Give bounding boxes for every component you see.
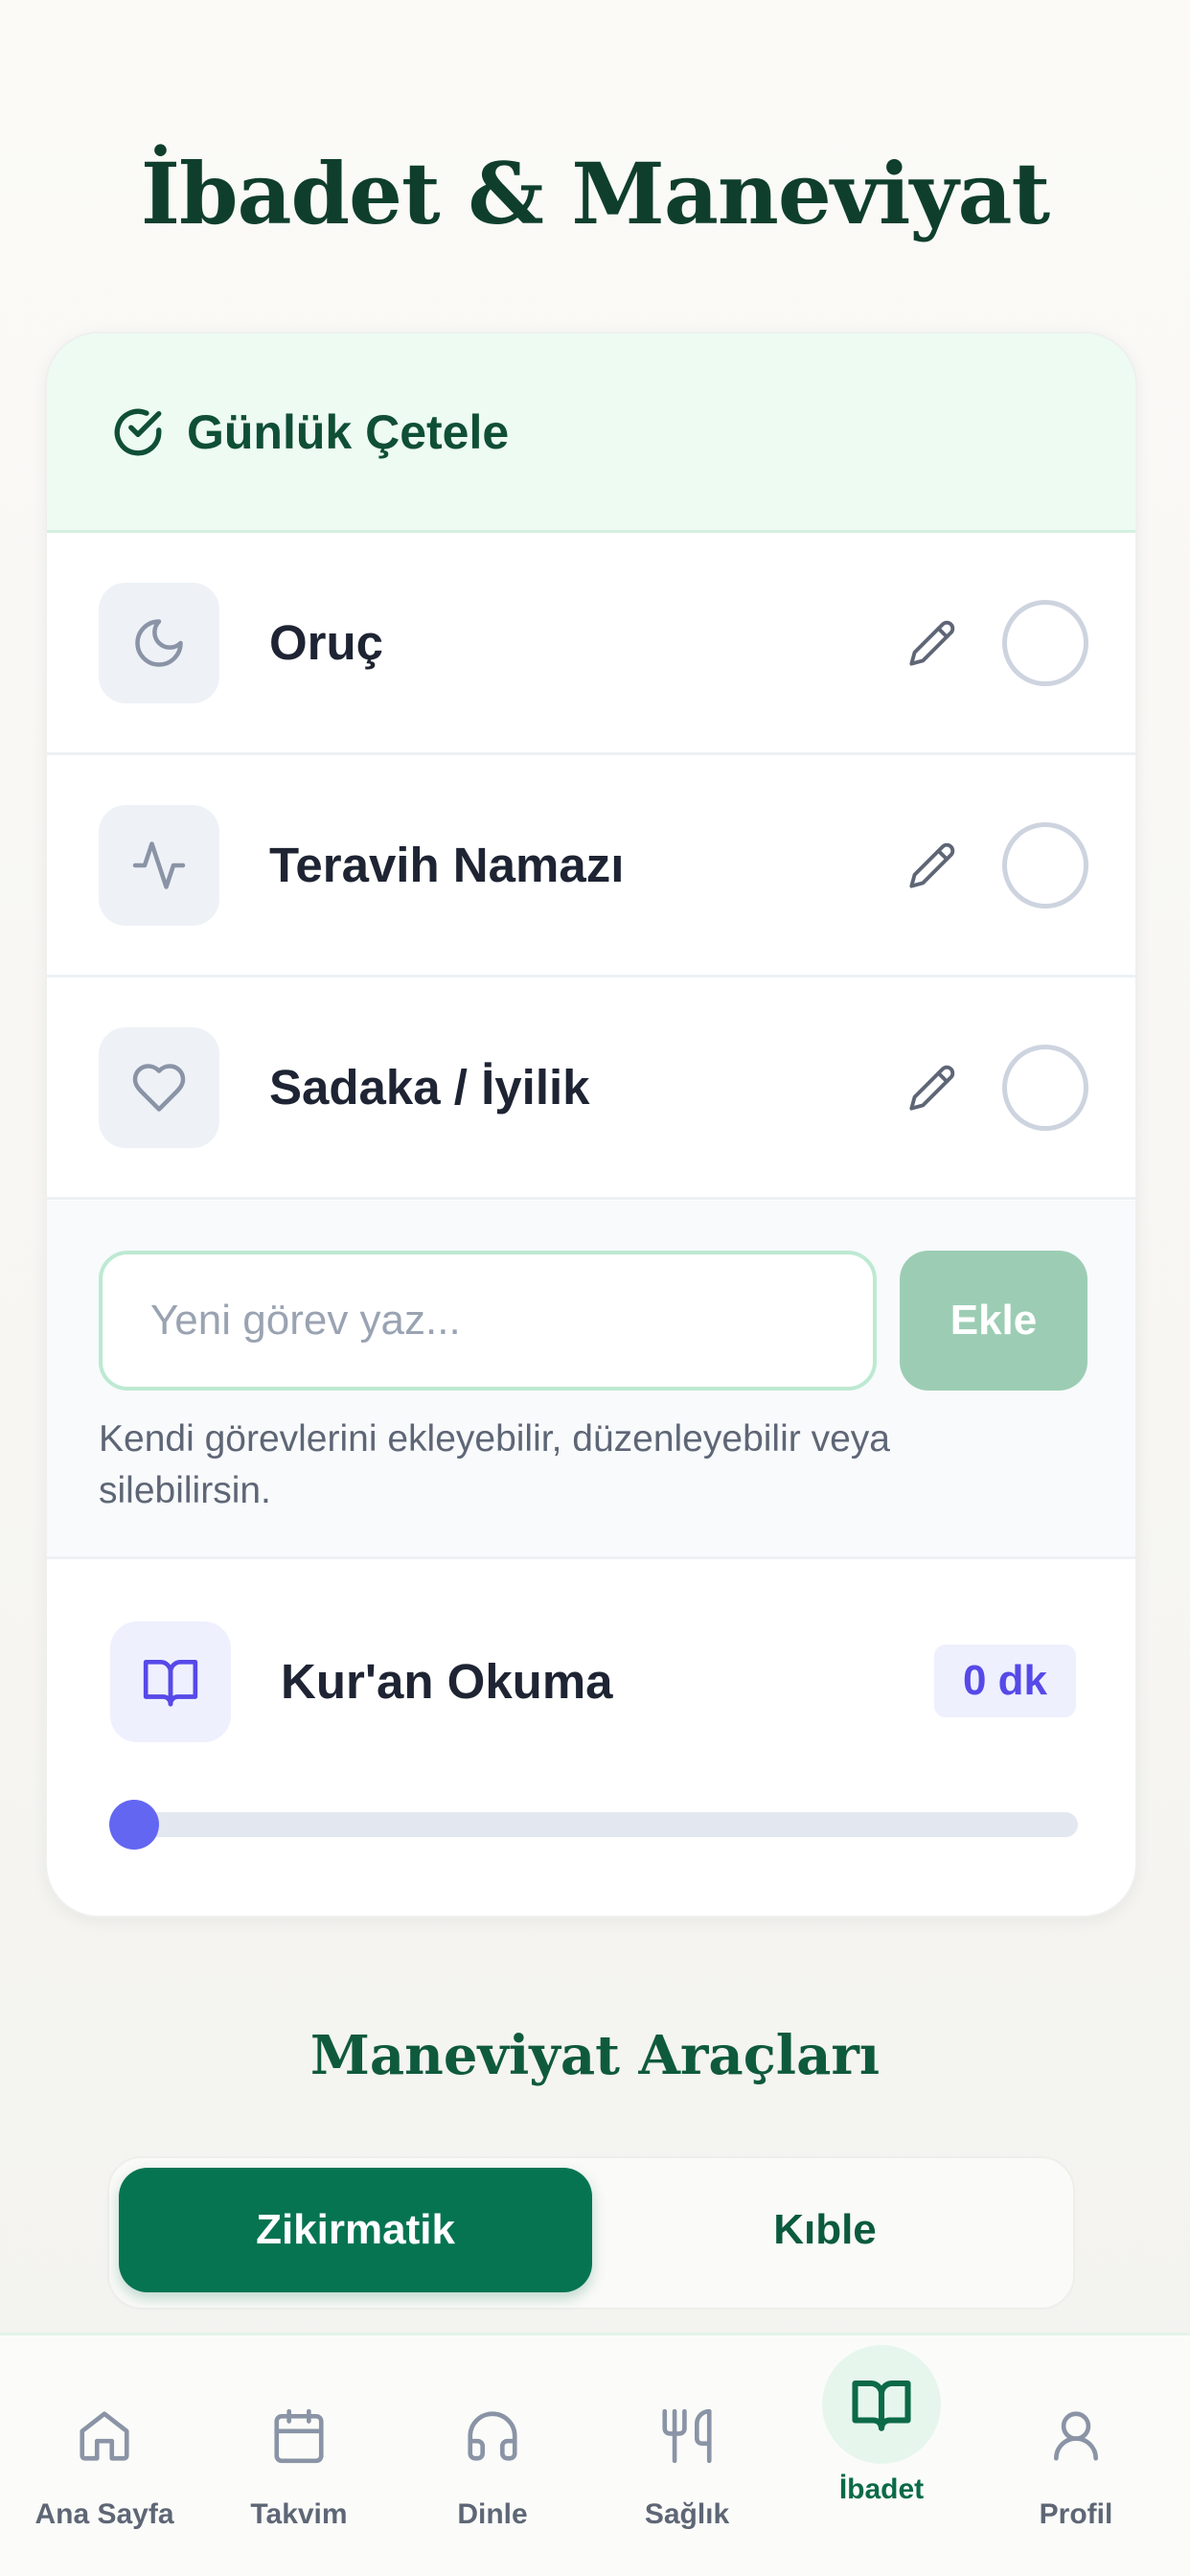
- slider-thumb[interactable]: [109, 1800, 159, 1850]
- book-open-icon: [822, 2345, 941, 2464]
- home-icon: [71, 2403, 138, 2470]
- pencil-icon: [909, 1065, 955, 1111]
- checklist-title: Günlük Çetele: [187, 404, 510, 459]
- task-row: Teravih Namazı: [47, 755, 1135, 978]
- quran-label: Kur'an Okuma: [281, 1654, 613, 1709]
- nav-label: Ana Sayfa: [34, 2498, 174, 2530]
- task-row: Oruç: [47, 533, 1135, 755]
- checklist-header: Günlük Çetele: [47, 334, 1135, 533]
- quran-minutes-slider[interactable]: [109, 1800, 1078, 1850]
- pencil-icon: [909, 620, 955, 666]
- user-icon: [1042, 2403, 1110, 2470]
- headphones-icon: [459, 2403, 526, 2470]
- check-circle-icon: [110, 404, 166, 460]
- tools-tab-switcher: Zikirmatik Kıble: [107, 2156, 1075, 2310]
- add-task-button[interactable]: Ekle: [900, 1251, 1087, 1391]
- nav-label: İbadet: [838, 2473, 925, 2505]
- utensils-icon: [653, 2403, 721, 2470]
- task-row: Sadaka / İyilik: [47, 978, 1135, 1200]
- new-task-input[interactable]: [99, 1251, 877, 1391]
- edit-task-button[interactable]: [898, 609, 967, 678]
- tools-section-title: Maneviyat Araçları: [309, 2024, 881, 2087]
- book-open-icon: [110, 1622, 231, 1742]
- nav-item-health[interactable]: Sağlık: [591, 2335, 783, 2576]
- calendar-icon: [265, 2403, 332, 2470]
- task-label: Oruç: [269, 615, 384, 670]
- edit-task-button[interactable]: [898, 1053, 967, 1122]
- tab-kible[interactable]: Kıble: [588, 2168, 1062, 2292]
- bottom-navigation: Ana Sayfa Takvim Dinle Sağlık İbadet Pro…: [0, 2333, 1190, 2576]
- nav-label: Dinle: [457, 2498, 528, 2530]
- nav-item-worship[interactable]: İbadet: [786, 2335, 977, 2576]
- pencil-icon: [909, 842, 955, 888]
- task-complete-toggle[interactable]: [1002, 1044, 1088, 1131]
- nav-item-profile[interactable]: Profil: [980, 2335, 1172, 2576]
- nav-label: Profil: [1039, 2498, 1113, 2530]
- moon-icon: [99, 582, 219, 703]
- edit-task-button[interactable]: [898, 831, 967, 900]
- heart-icon: [99, 1026, 219, 1148]
- nav-label: Takvim: [250, 2498, 348, 2530]
- nav-item-calendar[interactable]: Takvim: [203, 2335, 395, 2576]
- nav-label: Sağlık: [644, 2498, 730, 2530]
- task-complete-toggle[interactable]: [1002, 599, 1088, 686]
- page-title: İbadet & Maneviyat: [140, 144, 1050, 243]
- nav-item-listen[interactable]: Dinle: [397, 2335, 588, 2576]
- quran-minutes-badge: 0 dk: [934, 1644, 1076, 1717]
- tab-zikirmatik[interactable]: Zikirmatik: [119, 2168, 592, 2292]
- add-task-section: Ekle Kendi görevlerini ekleyebilir, düze…: [47, 1201, 1135, 1559]
- daily-checklist-card: Günlük Çetele Oruç Teravih Namazı Sadaka…: [45, 332, 1137, 1918]
- quran-reading-row: Kur'an Okuma 0 dk: [47, 1559, 1135, 1916]
- task-complete-toggle[interactable]: [1002, 821, 1088, 908]
- task-label: Teravih Namazı: [269, 838, 625, 892]
- task-label: Sadaka / İyilik: [269, 1060, 590, 1115]
- activity-icon: [99, 804, 219, 926]
- add-task-hint: Kendi görevlerini ekleyebilir, düzenleye…: [99, 1418, 890, 1511]
- nav-item-home[interactable]: Ana Sayfa: [9, 2335, 200, 2576]
